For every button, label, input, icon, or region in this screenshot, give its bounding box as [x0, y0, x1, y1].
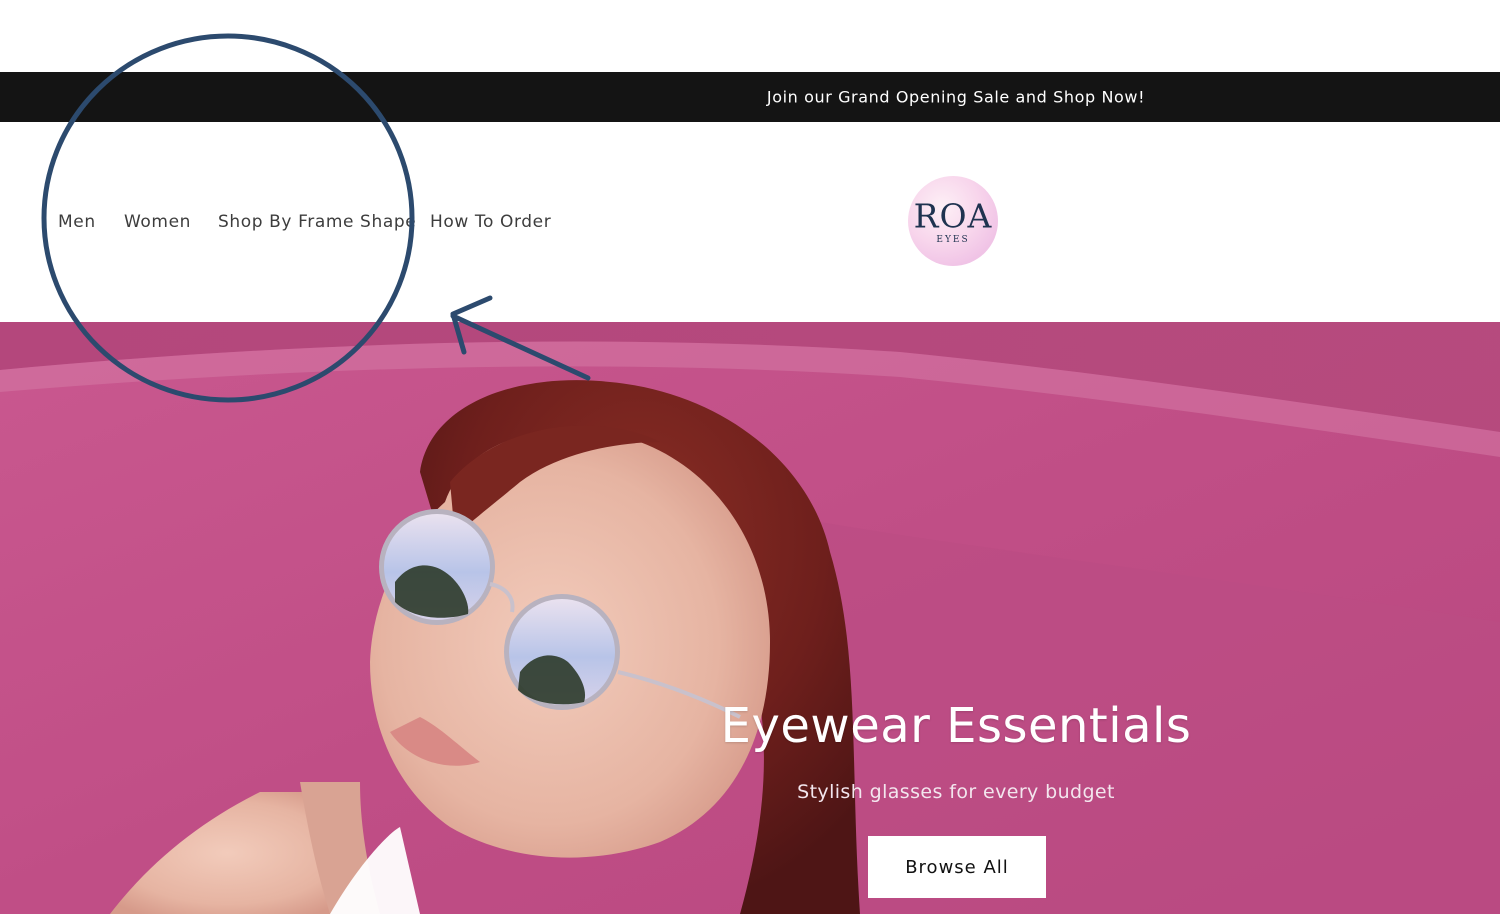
roa-eyes-logo[interactable]: ROA EYES [908, 176, 998, 266]
nav-link-women[interactable]: Women [124, 212, 191, 232]
logo-wordmark: ROA [913, 196, 993, 236]
top-margin [0, 0, 1500, 72]
site-header: Men Women Shop By Frame Shape How To Ord… [0, 122, 1500, 322]
browse-all-button[interactable]: Browse All [868, 836, 1046, 898]
announcement-bar[interactable]: Join our Grand Opening Sale and Shop Now… [0, 72, 1500, 122]
nav-link-shop-by-frame-shape[interactable]: Shop By Frame Shape [218, 212, 416, 232]
hero-banner: Eyewear Essentials Stylish glasses for e… [0, 322, 1500, 914]
nav-link-how-to-order[interactable]: How To Order [430, 212, 551, 232]
nav-link-men[interactable]: Men [58, 212, 96, 232]
logo-subtitle: EYES [936, 235, 970, 245]
hero-subtitle: Stylish glasses for every budget [797, 781, 1115, 803]
hero-title: Eyewear Essentials [720, 698, 1192, 754]
announcement-text[interactable]: Join our Grand Opening Sale and Shop Now… [767, 88, 1145, 107]
hero-photo [0, 322, 1500, 914]
